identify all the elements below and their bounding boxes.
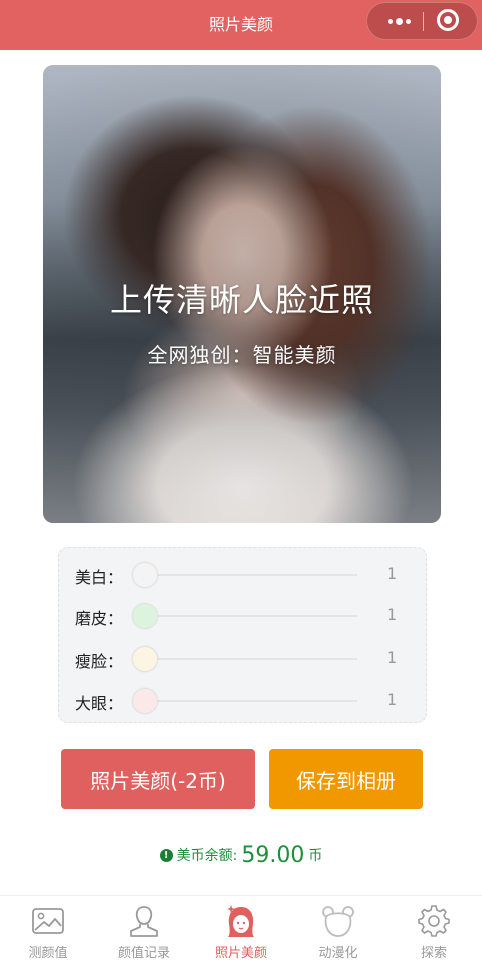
slider-label: 美白： <box>75 568 124 587</box>
bear-icon <box>322 906 354 937</box>
slider-thumb[interactable] <box>132 646 158 672</box>
slider-track[interactable] <box>145 615 357 617</box>
slider-value: 1 <box>387 648 398 667</box>
tab-photo-beauty[interactable]: 照片美颜 <box>193 896 289 979</box>
slider-thumb[interactable] <box>132 562 158 588</box>
slider-smoothing: 磨皮： 1 <box>59 600 428 630</box>
beautify-button[interactable]: 照片美颜(-2币) <box>61 749 255 809</box>
tab-label: 测颜值 <box>28 946 68 961</box>
more-dots-icon[interactable] <box>377 3 421 39</box>
nav-bar: 照片美颜 <box>0 0 482 50</box>
photo-upload-area[interactable]: 上传清晰人脸近照 全网独创：智能美颜 <box>43 65 441 523</box>
slider-slim-face: 瘦脸： 1 <box>59 643 428 673</box>
tab-label: 探索 <box>420 946 447 961</box>
info-icon: ! <box>159 848 173 862</box>
slider-value: 1 <box>387 564 398 583</box>
girl-face-icon <box>227 905 254 937</box>
slider-label: 磨皮： <box>75 609 124 628</box>
balance-unit: 币 <box>308 848 323 864</box>
slider-thumb[interactable] <box>132 603 158 629</box>
tab-label: 动漫化 <box>318 946 358 961</box>
tab-rate-face[interactable]: 测颜值 <box>0 896 96 979</box>
balance-label: 美币余额: <box>176 848 238 864</box>
coin-balance: ! 美币余额: 59.00 币 <box>0 838 482 872</box>
slider-track[interactable] <box>145 700 357 702</box>
slider-whitening: 美白： 1 <box>59 559 428 589</box>
slider-track[interactable] <box>145 658 357 660</box>
tab-records[interactable]: 颜值记录 <box>96 896 192 979</box>
slider-value: 1 <box>387 605 398 624</box>
person-icon <box>130 906 158 937</box>
capsule-divider <box>423 12 424 31</box>
upload-headline: 上传清晰人脸近照 <box>109 281 374 319</box>
tab-bar: 测颜值 颜值记录 照片美颜 动漫化 探索 <box>0 895 482 979</box>
slider-thumb[interactable] <box>132 688 158 714</box>
slider-value: 1 <box>387 690 398 709</box>
image-icon <box>32 908 64 934</box>
slider-track[interactable] <box>145 574 357 576</box>
tab-label: 颜值记录 <box>117 946 170 961</box>
slider-big-eyes: 大眼： 1 <box>59 685 428 715</box>
slider-label: 瘦脸： <box>75 652 124 671</box>
beauty-sliders-panel: 美白： 1 磨皮： 1 瘦脸： 1 大眼： 1 <box>58 547 427 723</box>
target-close-icon[interactable] <box>437 9 459 31</box>
save-to-album-button[interactable]: 保存到相册 <box>269 749 423 809</box>
slider-label: 大眼： <box>75 694 124 713</box>
tab-anime[interactable]: 动漫化 <box>290 896 386 979</box>
tab-explore[interactable]: 探索 <box>386 896 482 979</box>
gear-icon <box>418 905 450 937</box>
mini-program-capsule <box>366 2 478 40</box>
balance-amount: 59.00 <box>241 842 305 868</box>
upload-subline: 全网独创：智能美颜 <box>147 343 337 367</box>
tab-label: 照片美颜 <box>214 946 267 961</box>
